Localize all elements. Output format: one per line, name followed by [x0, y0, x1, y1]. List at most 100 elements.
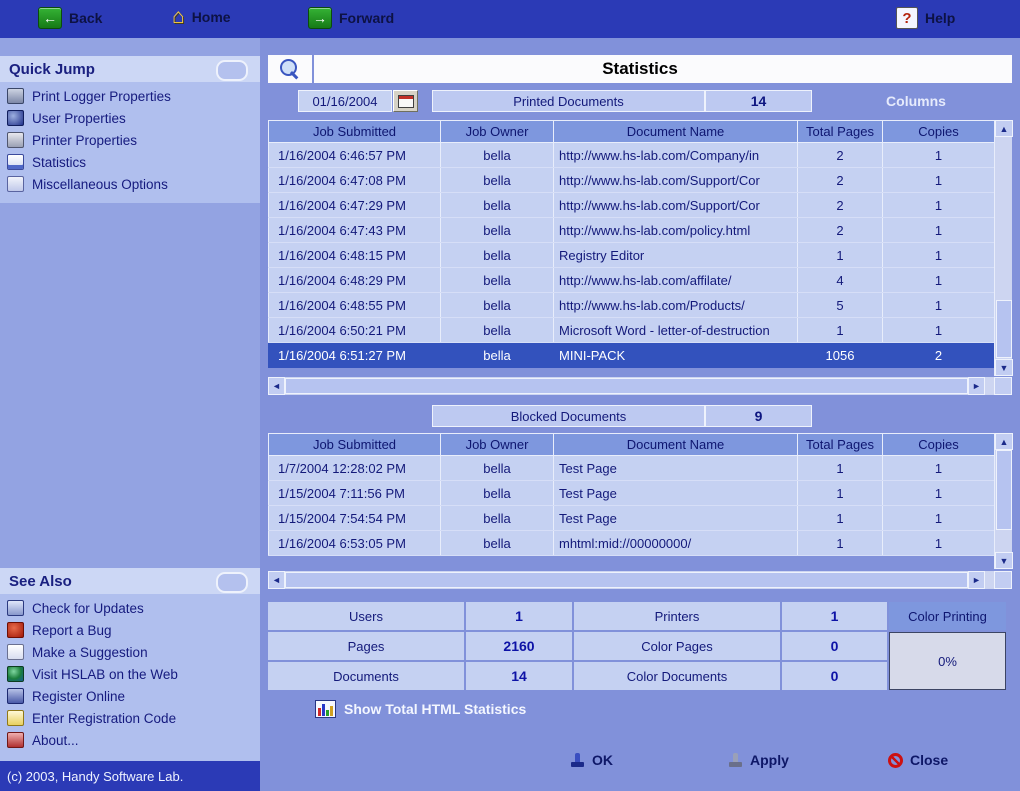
scroll-right-button[interactable]: ► — [968, 377, 985, 395]
table-row[interactable]: 1/16/2004 6:51:27 PM bella MINI-PACK 1056 2 — [268, 342, 995, 368]
scroll-left-button[interactable]: ◄ — [268, 377, 285, 395]
user-properties-icon — [7, 110, 24, 126]
close-button[interactable]: Close — [888, 752, 948, 768]
column-header-copies[interactable]: Copies — [882, 433, 995, 456]
table-cell: 1 — [882, 142, 995, 168]
table-cell: 1/7/2004 12:28:02 PM — [268, 455, 441, 481]
see-also-title: See Also — [9, 572, 72, 590]
printed-vertical-scrollbar[interactable]: ▲ ▼ — [994, 120, 1013, 376]
sidebar-item-label: About... — [32, 732, 79, 748]
table-cell: Test Page — [553, 480, 798, 506]
table-row[interactable]: 1/15/2004 7:54:54 PM bella Test Page 1 1 — [268, 505, 995, 531]
printed-horizontal-scrollbar[interactable]: ◄ ► — [268, 377, 1012, 395]
table-cell: bella — [440, 242, 554, 268]
color-printing-value: 0% — [889, 632, 1006, 690]
ok-button[interactable]: OK — [570, 752, 613, 768]
scroll-thumb[interactable] — [996, 300, 1012, 358]
date-input[interactable] — [298, 90, 392, 112]
column-header-job-submitted[interactable]: Job Submitted — [268, 120, 441, 143]
printed-header-row: Job Submitted Job Owner Document Name Total… — [268, 120, 995, 143]
sidebar-item-label: Report a Bug — [32, 622, 112, 638]
scroll-down-button[interactable]: ▼ — [995, 359, 1013, 376]
sidebar-item-visit-hslab-on-the-web[interactable]: Visit HSLAB on the Web — [0, 663, 260, 685]
table-row[interactable]: 1/16/2004 6:46:57 PM bella http://www.hs-l… — [268, 142, 995, 168]
column-header-document-name[interactable]: Document Name — [553, 433, 798, 456]
column-header-document-name[interactable]: Document Name — [553, 120, 798, 143]
scroll-up-button[interactable]: ▲ — [995, 120, 1013, 137]
sidebar-item-check-for-updates[interactable]: Check for Updates — [0, 597, 260, 619]
column-header-job-owner[interactable]: Job Owner — [440, 433, 554, 456]
table-cell: 1 — [882, 242, 995, 268]
blocked-documents-label: Blocked Documents — [432, 405, 705, 427]
quick-jump-title: Quick Jump — [9, 60, 95, 78]
table-cell: 1/16/2004 6:47:43 PM — [268, 217, 441, 243]
table-cell: bella — [440, 505, 554, 531]
sidebar-item-user-properties[interactable]: User Properties — [0, 107, 260, 129]
sidebar-item-register-online[interactable]: Register Online — [0, 685, 260, 707]
column-header-copies[interactable]: Copies — [882, 120, 995, 143]
scroll-thumb[interactable] — [285, 572, 968, 588]
table-cell: bella — [440, 530, 554, 556]
column-header-total-pages[interactable]: Total Pages — [797, 120, 883, 143]
table-row[interactable]: 1/16/2004 6:47:29 PM bella http://www.hs-l… — [268, 192, 995, 218]
documents-value: 14 — [466, 662, 572, 690]
show-total-statistics-button[interactable]: Show Total HTML Statistics — [315, 700, 526, 718]
table-row[interactable]: 1/16/2004 6:50:21 PM bella Microsoft Word … — [268, 317, 995, 343]
forward-label: Forward — [339, 10, 395, 26]
scroll-right-button[interactable]: ► — [968, 571, 985, 589]
blocked-horizontal-scrollbar[interactable]: ◄ ► — [268, 571, 1012, 589]
scroll-down-button[interactable]: ▼ — [995, 552, 1013, 569]
column-header-job-owner[interactable]: Job Owner — [440, 120, 554, 143]
sidebar-item-about[interactable]: About... — [0, 729, 260, 751]
blocked-vertical-scrollbar[interactable]: ▲ ▼ — [994, 433, 1013, 569]
forward-button[interactable]: → Forward — [308, 7, 394, 29]
sidebar-item-print-logger-properties[interactable]: Print Logger Properties — [0, 85, 260, 107]
table-row[interactable]: 1/7/2004 12:28:02 PM bella Test Page 1 1 — [268, 455, 995, 481]
help-icon: ? — [896, 7, 918, 29]
table-cell: Test Page — [553, 455, 798, 481]
table-cell: 1 — [882, 292, 995, 318]
table-cell: http://www.hs-lab.com/affilate/ — [553, 267, 798, 293]
column-header-total-pages[interactable]: Total Pages — [797, 433, 883, 456]
column-header-job-submitted[interactable]: Job Submitted — [268, 433, 441, 456]
table-row[interactable]: 1/16/2004 6:48:15 PM bella Registry Editor… — [268, 242, 995, 268]
scroll-thumb[interactable] — [285, 378, 968, 394]
sidebar-item-make-a-suggestion[interactable]: Make a Suggestion — [0, 641, 260, 663]
sidebar-item-report-a-bug[interactable]: Report a Bug — [0, 619, 260, 641]
scroll-left-button[interactable]: ◄ — [268, 571, 285, 589]
scroll-up-button[interactable]: ▲ — [995, 433, 1013, 450]
sidebar-item-enter-registration-code[interactable]: Enter Registration Code — [0, 707, 260, 729]
sidebar-item-statistics[interactable]: Statistics — [0, 151, 260, 173]
table-row[interactable]: 1/16/2004 6:47:08 PM bella http://www.hs-l… — [268, 167, 995, 193]
help-button[interactable]: ? Help — [896, 7, 955, 29]
sidebar-item-miscellaneous-options[interactable]: Miscellaneous Options — [0, 173, 260, 195]
home-button[interactable]: ⌂ Home — [172, 6, 231, 27]
table-cell: 1/16/2004 6:48:29 PM — [268, 267, 441, 293]
scroll-thumb[interactable] — [996, 450, 1012, 530]
sidebar-item-printer-properties[interactable]: Printer Properties — [0, 129, 260, 151]
table-cell: bella — [440, 342, 554, 368]
table-row[interactable]: 1/16/2004 6:53:05 PM bella mhtml:mid://000… — [268, 530, 995, 556]
printers-label: Printers — [574, 602, 780, 630]
main-panel: Statistics Printed Documents 14 Columns … — [260, 38, 1020, 791]
statistics-title-bar: Statistics — [268, 55, 1012, 83]
table-row[interactable]: 1/16/2004 6:48:29 PM bella http://www.hs-l… — [268, 267, 995, 293]
printed-documents-label: Printed Documents — [432, 90, 705, 112]
registration-code-icon — [7, 710, 24, 726]
see-also-list: Check for Updates Report a Bug Make a Sugg… — [0, 594, 260, 764]
back-button[interactable]: ← Back — [38, 7, 102, 29]
table-cell: 4 — [797, 267, 883, 293]
close-icon — [888, 752, 903, 768]
apply-button[interactable]: Apply — [728, 752, 789, 768]
table-cell: 1/16/2004 6:46:57 PM — [268, 142, 441, 168]
table-cell: bella — [440, 292, 554, 318]
calendar-button[interactable] — [393, 90, 418, 112]
table-row[interactable]: 1/16/2004 6:48:55 PM bella http://www.hs-l… — [268, 292, 995, 318]
table-row[interactable]: 1/16/2004 6:47:43 PM bella http://www.hs-l… — [268, 217, 995, 243]
table-cell: 1 — [882, 505, 995, 531]
ok-stamp-icon — [570, 753, 585, 767]
table-row[interactable]: 1/15/2004 7:11:56 PM bella Test Page 1 1 — [268, 480, 995, 506]
table-cell: 1 — [882, 167, 995, 193]
blocked-documents-count: 9 — [705, 405, 812, 427]
table-cell: http://www.hs-lab.com/Company/in — [553, 142, 798, 168]
